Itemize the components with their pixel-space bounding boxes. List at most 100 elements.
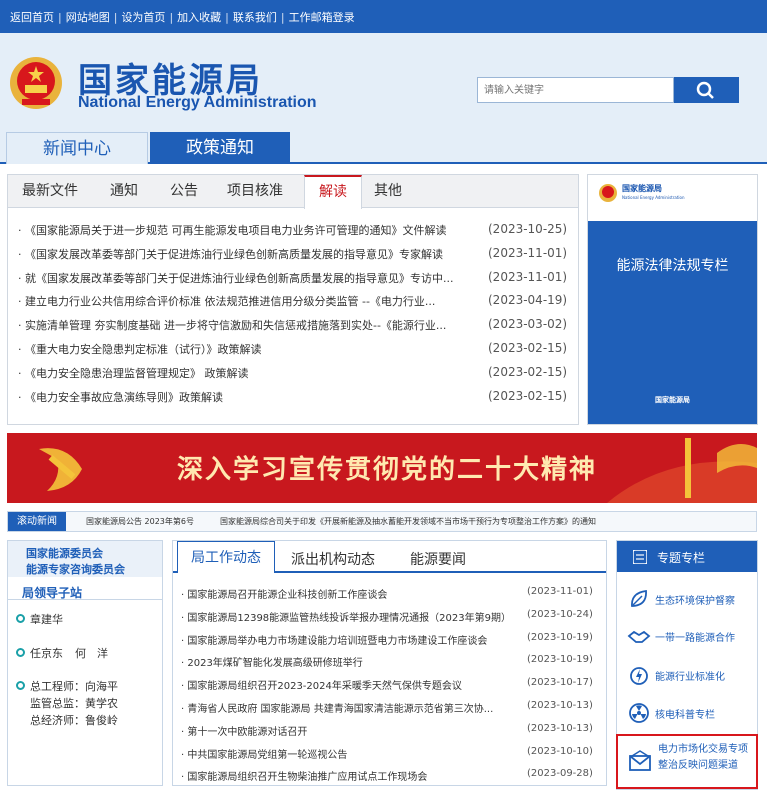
item-date: (2023-10-13)	[527, 699, 593, 711]
tab-branch-agencies[interactable]: 派出机构动态	[291, 549, 375, 569]
grid-icon	[633, 550, 647, 564]
special-topics-header: 专题专栏	[617, 541, 757, 572]
item-title[interactable]: · 国家能源局召开能源企业科技创新工作座谈会	[181, 586, 521, 601]
ticker-item[interactable]: 国家能源局公告 2023年第6号	[86, 517, 194, 526]
tab-project-approval[interactable]: 项目核准	[227, 175, 283, 208]
item-date: (2023-10-25)	[488, 222, 568, 236]
list-item[interactable]: · 建立电力行业公共信用综合评价标准 依法规范推进信用分级分类监管 --《电力行…	[18, 289, 568, 313]
tab-policy-notice[interactable]: 政策通知	[150, 132, 290, 164]
list-item[interactable]: · 《电力安全隐患治理监督管理规定》 政策解读 (2023-02-15)	[18, 361, 568, 385]
item-date: (2023-10-24)	[527, 608, 593, 620]
item-title[interactable]: · 《电力安全隐患治理监督管理规定》 政策解读	[18, 365, 470, 381]
list-item[interactable]: · 国家能源局12398能源监管热线投诉举报办理情况通报（2023年第9期） (2…	[181, 604, 599, 627]
item-date: (2023-11-01)	[488, 245, 568, 260]
tab-energy-news[interactable]: 能源要闻	[410, 549, 466, 569]
nuclear-icon	[629, 703, 649, 723]
tab-news-center[interactable]: 新闻中心	[6, 132, 148, 164]
ticker-label: 滚动新闻	[8, 512, 66, 531]
item-title[interactable]: · 《国家能源局关于进一步规范 可再生能源发电项目电力业务许可管理的通知》文件解…	[18, 222, 470, 238]
topic-nuclear[interactable]: 核电科普专栏	[617, 695, 757, 731]
list-item[interactable]: · 《电力安全事故应急演练导则》政策解读 (2023-02-15)	[18, 385, 568, 409]
list-item[interactable]: · 就《国家发展改革委等部门关于促进炼油行业绿色创新高质量发展的指导意见》专访中…	[18, 266, 568, 290]
search-input[interactable]	[477, 77, 674, 103]
list-item[interactable]: · 第十一次中欧能源对话召开 (2023-10-13)	[181, 718, 599, 741]
topic-belt-road[interactable]: 一带一路能源合作	[617, 618, 757, 654]
item-date: (2023-10-13)	[527, 722, 593, 734]
list-item[interactable]: · 国家能源局召开能源企业科技创新工作座谈会 (2023-11-01)	[181, 581, 599, 604]
mail-icon	[629, 750, 651, 771]
bullet-icon	[16, 648, 25, 657]
item-title[interactable]: · 国家能源局举办电力市场建设能力培训班暨电力市场建设工作座谈会	[181, 632, 521, 647]
special-topics-title: 专题专栏	[657, 551, 706, 565]
link-energy-commission[interactable]: 国家能源委员会	[26, 545, 103, 561]
policy-tabs: 最新文件 通知 公告 项目核准 解读 其他	[8, 175, 578, 209]
official-line[interactable]: 总经济师：鲁俊岭	[30, 712, 118, 728]
item-title[interactable]: · 就《国家发展改革委等部门关于促进炼油行业绿色创新高质量发展的指导意见》专访中…	[18, 270, 470, 286]
list-item[interactable]: · 中共国家能源局党组第一轮巡视公告 (2023-10-10)	[181, 741, 599, 764]
item-title-text: 中共国家能源局党组第一轮巡视公告	[187, 749, 348, 761]
separator: |	[280, 11, 285, 24]
item-date: (2023-09-28)	[527, 768, 593, 780]
item-date: (2023-04-19)	[488, 293, 568, 308]
item-date: (2023-02-15)	[488, 364, 568, 379]
list-item[interactable]: · 《国家发展改革委等部门关于促进炼油行业绿色创新高质量发展的指导意见》专家解读…	[18, 242, 568, 266]
list-item[interactable]: · 国家能源局组织召开2023-2024年采暖季天然气保供专题会议 (2023-1…	[181, 672, 599, 695]
party-emblem-icon	[39, 448, 82, 491]
item-date: (2023-11-01)	[488, 269, 568, 284]
link-expert-committee[interactable]: 能源专家咨询委员会	[26, 561, 125, 577]
item-title[interactable]: · 青海省人民政府 国家能源局 共建青海国家清洁能源示范省第三次协...	[181, 700, 521, 715]
tab-other[interactable]: 其他	[374, 175, 402, 208]
link-set-homepage[interactable]: 设为首页	[121, 11, 165, 24]
link-work-email[interactable]: 工作邮箱登录	[289, 11, 355, 24]
list-item[interactable]: · 《重大电力安全隐患判定标准（试行）》政策解读 (2023-02-15)	[18, 337, 568, 361]
link-home[interactable]: 返回首页	[10, 11, 54, 24]
item-title[interactable]: · 《国家发展改革委等部门关于促进炼油行业绿色创新高质量发展的指导意见》专家解读	[18, 246, 470, 262]
list-item[interactable]: · 2023年煤矿智能化发展高级研修班举行 (2023-10-19)	[181, 649, 599, 672]
item-title[interactable]: · 中共国家能源局党组第一轮巡视公告	[181, 746, 521, 761]
item-title[interactable]: · 2023年煤矿智能化发展高级研修班举行	[181, 654, 521, 669]
list-item[interactable]: · 国家能源局组织召开生物柴油推广应用试点工作现场会 (2023-09-28)	[181, 763, 599, 786]
link-contact[interactable]: 联系我们	[233, 11, 277, 24]
item-title[interactable]: · 建立电力行业公共信用综合评价标准 依法规范推进信用分级分类监管 --《电力行…	[18, 293, 470, 309]
tab-latest-files[interactable]: 最新文件	[22, 175, 78, 208]
tab-interpretation[interactable]: 解读	[304, 175, 362, 209]
item-title[interactable]: · 国家能源局12398能源监管热线投诉举报办理情况通报（2023年第9期）	[181, 609, 521, 624]
list-item[interactable]: · 实施清单管理 夯实制度基础 进一步将守信激励和失信惩戒措施落到实处--《能源…	[18, 313, 568, 337]
official-line[interactable]: 总工程师：向海平	[30, 678, 118, 694]
item-title[interactable]: · 《电力安全事故应急演练导则》政策解读	[18, 389, 470, 405]
link-add-favorite[interactable]: 加入收藏	[177, 11, 221, 24]
leader-link[interactable]: 章建华	[30, 611, 63, 627]
separator: |	[58, 11, 62, 24]
leader-link[interactable]: 何 洋	[75, 645, 108, 661]
item-title[interactable]: · 国家能源局组织召开生物柴油推广应用试点工作现场会	[181, 768, 521, 783]
topic-standardization[interactable]: 能源行业标准化	[617, 657, 757, 693]
list-item[interactable]: · 青海省人民政府 国家能源局 共建青海国家清洁能源示范省第三次协... (202…	[181, 695, 599, 718]
news-tabs: 局工作动态 派出机构动态 能源要闻	[173, 541, 606, 573]
item-title[interactable]: · 《重大电力安全隐患判定标准（试行）》政策解读	[18, 341, 470, 357]
official-line[interactable]: 监管总监：黄学农	[30, 695, 118, 711]
item-title-text: 《电力安全隐患治理监督管理规定》 政策解读	[25, 366, 249, 380]
tab-bureau-work[interactable]: 局工作动态	[177, 541, 275, 573]
tab-announcements[interactable]: 公告	[170, 175, 198, 208]
topic-market-complaint[interactable]: 电力市场化交易专项 整治反映问题渠道	[616, 734, 758, 789]
item-date: (2023-10-10)	[527, 745, 593, 757]
search-button[interactable]	[674, 77, 739, 103]
list-item[interactable]: · 国家能源局举办电力市场建设能力培训班暨电力市场建设工作座谈会 (2023-10…	[181, 627, 599, 650]
item-title[interactable]: · 实施清单管理 夯实制度基础 进一步将守信激励和失信惩戒措施落到实处--《能源…	[18, 317, 470, 333]
item-title-text: 建立电力行业公共信用综合评价标准 依法规范推进信用分级分类监管 --《电力行业.…	[25, 295, 436, 309]
link-sitemap[interactable]: 网站地图	[66, 11, 110, 24]
top-bar: 返回首页 | 网站地图 | 设为首页 | 加入收藏 | 联系我们 | 工作邮箱登录	[0, 0, 767, 33]
item-title[interactable]: · 国家能源局组织召开2023-2024年采暖季天然气保供专题会议	[181, 677, 521, 692]
item-date: (2023-10-19)	[527, 631, 593, 643]
ticker-item[interactable]: 国家能源局综合司关于印发《开展新能源及抽水蓄能开发领域不当市场干预行为专项整治工…	[220, 517, 596, 526]
party-banner[interactable]: 深入学习宣传贯彻党的二十大精神	[7, 433, 757, 503]
side-logo-en: National Energy Administration	[622, 195, 685, 200]
item-title[interactable]: · 第十一次中欧能源对话召开	[181, 723, 521, 738]
law-column-banner[interactable]: 国家能源局 National Energy Administration 能源法…	[587, 174, 758, 425]
tab-notices[interactable]: 通知	[110, 175, 138, 208]
side-panel-header: 国家能源局 National Energy Administration	[588, 175, 757, 221]
separator: |	[225, 11, 229, 24]
leader-link[interactable]: 任京东	[30, 645, 63, 661]
topic-eco-inspection[interactable]: 生态环境保护督察	[617, 581, 757, 617]
list-item[interactable]: · 《国家能源局关于进一步规范 可再生能源发电项目电力业务许可管理的通知》文件解…	[18, 218, 568, 242]
